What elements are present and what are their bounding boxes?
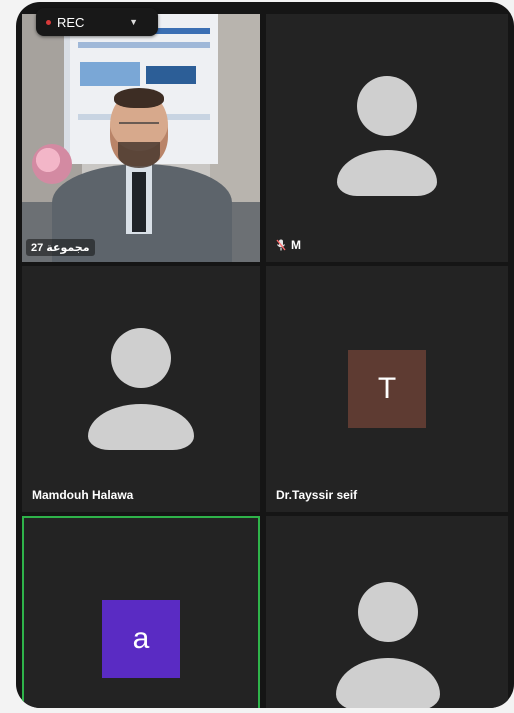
participant-name: مجموعة 27 bbox=[26, 239, 95, 256]
avatar-placeholder-icon bbox=[337, 76, 437, 198]
participant-tile[interactable]: Mamdouh Halawa bbox=[22, 266, 260, 512]
mic-muted-icon bbox=[276, 239, 286, 251]
participant-tile[interactable]: M bbox=[266, 14, 508, 262]
participant-name-row: M bbox=[276, 238, 301, 252]
participant-figure bbox=[132, 172, 146, 232]
participant-tile-active-speaker[interactable]: a bbox=[22, 516, 260, 708]
participant-tile[interactable]: T Dr.Tayssir seif bbox=[266, 266, 508, 512]
participant-figure bbox=[114, 88, 164, 108]
participant-initial-avatar: a bbox=[102, 600, 180, 678]
record-dot-icon bbox=[46, 19, 51, 25]
participant-figure bbox=[119, 122, 159, 134]
video-background bbox=[32, 144, 72, 184]
meeting-grid: مجموعة 27 M Mamdouh Halawa T Dr.Tayssir … bbox=[16, 2, 514, 708]
participant-name: Mamdouh Halawa bbox=[32, 488, 134, 502]
participant-figure bbox=[118, 142, 160, 168]
participant-tile[interactable] bbox=[266, 516, 508, 708]
participant-name: M bbox=[291, 238, 301, 252]
avatar-placeholder-icon bbox=[88, 328, 194, 450]
avatar-placeholder-icon bbox=[336, 582, 440, 708]
recording-label: REC bbox=[57, 14, 85, 30]
participant-video bbox=[22, 14, 260, 262]
participant-name: Dr.Tayssir seif bbox=[276, 488, 358, 502]
participant-tile-video[interactable]: مجموعة 27 bbox=[22, 14, 260, 262]
recording-indicator[interactable]: REC ▼ bbox=[36, 8, 158, 36]
chevron-down-icon[interactable]: ▼ bbox=[129, 17, 138, 27]
participant-initial-avatar: T bbox=[348, 350, 426, 428]
